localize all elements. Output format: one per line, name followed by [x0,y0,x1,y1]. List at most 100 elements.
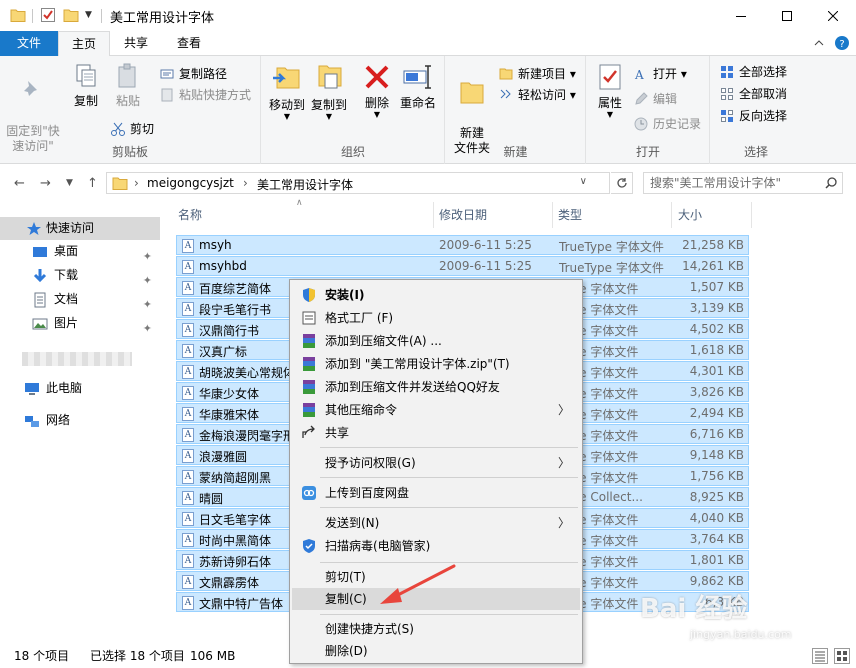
paste-shortcut-button[interactable]: 粘贴快捷方式 [159,85,251,105]
history-button[interactable]: 历史记录 [633,114,701,134]
invert-selection-button[interactable]: 反向选择 [719,106,787,126]
nav-quick-access[interactable]: 快速访问 [0,217,160,240]
menu-format-factory[interactable]: 格式工厂 (F) [292,307,580,329]
font-file-icon: A [182,281,194,295]
address-dropdown-icon[interactable]: ∨ [580,176,587,187]
tab-view[interactable]: 查看 [162,31,216,56]
details-view-button[interactable] [812,648,828,664]
nav-pictures[interactable]: 图片 ✦ [0,312,160,335]
menu-add-qq[interactable]: 添加到压缩文件并发送给QQ好友 [292,376,580,398]
tab-file[interactable]: 文件 [0,31,58,56]
new-folder-button[interactable]: 新建 文件夹 [452,62,492,156]
nav-network[interactable]: 网络 [0,409,160,432]
move-to-button[interactable]: 移动到 ▼ [266,62,308,121]
open-button[interactable]: A 打开 ▾ [633,64,687,84]
edit-button[interactable]: 编辑 [633,89,677,109]
file-name: 华康少女体 [199,387,260,401]
column-header-size[interactable]: 大小 [672,202,752,228]
maximize-button[interactable] [764,0,810,31]
menu-copy-label: 复制(C) [325,592,367,606]
delete-x-icon [365,65,389,89]
menu-baidu-upload[interactable]: 上传到百度网盘 [292,482,580,504]
table-row[interactable]: Amsyh 2009-6-11 5:25 TrueType 字体文件 21,258 K… [176,235,749,255]
properties-button[interactable]: 属性 ▼ [593,62,627,119]
menu-give-access-label: 授予访问权限(G) [325,456,416,470]
delete-button[interactable]: 删除 ▼ [360,62,394,119]
column-header-date[interactable]: 修改日期 [433,202,553,228]
menu-install[interactable]: 安装(I) [292,284,580,306]
table-row[interactable]: Amsyhbd 2009-6-11 5:25 TrueType 字体文件 14,261… [176,256,749,276]
menu-add-archive[interactable]: 添加到压缩文件(A) ... [292,330,580,352]
file-name: 晴圆 [199,492,224,506]
arrow-left-icon: ← [14,176,25,191]
rename-label: 重命名 [399,96,436,110]
large-icons-view-button[interactable] [834,648,850,664]
column-header-name[interactable]: 名称 [172,202,434,228]
minimize-button[interactable] [718,0,764,31]
ribbon-collapse-button[interactable] [811,35,827,51]
rename-button[interactable]: 重命名 [398,62,438,111]
select-all-label: 全部选择 [739,65,788,79]
cut-button[interactable]: 剪切 [110,119,154,139]
menu-send-to[interactable]: 发送到(N) 〉 [292,512,580,534]
nav-documents[interactable]: 文档 ✦ [0,288,160,311]
properties-icon [599,64,621,90]
paste-button[interactable]: 粘贴 [108,62,148,109]
select-none-button[interactable]: 全部取消 [719,84,787,104]
back-button[interactable]: ← [14,176,25,191]
new-folder-quick-icon[interactable] [63,8,79,22]
menu-add-zip-label: 添加到 "美工常用设计字体.zip"(T) [325,357,510,371]
select-group: 全部选择 全部取消 反向选择 选择 [711,56,801,164]
breadcrumb-separator-icon: › [134,176,139,190]
nav-this-pc[interactable]: 此电脑 [0,377,160,400]
menu-give-access[interactable]: 授予访问权限(G) 〉 [292,452,580,474]
file-name: 日文毛笔字体 [199,513,272,527]
nav-documents-label: 文档 [54,292,79,306]
help-button[interactable]: ? [834,35,850,51]
font-file-icon: A [182,491,194,505]
easy-access-button[interactable]: 轻松访问 ▾ [498,85,576,105]
copy-to-button[interactable]: 复制到 ▼ [308,62,350,121]
properties-label: 属性 [597,96,622,110]
copy-path-button[interactable]: 复制路径 [159,64,227,84]
select-none-label: 全部取消 [739,87,788,101]
tab-share[interactable]: 共享 [110,31,162,56]
recent-locations-button[interactable]: ▼ [66,178,73,188]
menu-other-compress[interactable]: 其他压缩命令 〉 [292,399,580,421]
pin-icon [23,81,37,97]
copy-icon [76,64,96,87]
history-label: 历史记录 [653,117,702,131]
paste-icon [118,63,136,88]
menu-share[interactable]: 共享 [292,422,580,444]
ribbon: 固定到"快 速访问" 复制 粘贴 复制路径 粘贴快捷方式 剪切 剪贴板 移动到 … [0,56,856,164]
select-all-button[interactable]: 全部选择 [719,62,787,82]
menu-add-zip[interactable]: 添加到 "美工常用设计字体.zip"(T) [292,353,580,375]
nav-desktop[interactable]: 桌面 ✦ [0,240,160,263]
pin-quick-access-button[interactable]: 固定到"快 速访问" [4,62,62,154]
search-input[interactable]: 搜索"美工常用设计字体" [643,172,843,194]
address-bar[interactable]: › meigongcysjzt › 美工常用设计字体 ∨ [106,172,610,194]
nav-downloads[interactable]: 下载 ✦ [0,264,160,287]
new-item-button[interactable]: 新建项目 ▾ [498,64,576,84]
menu-separator [320,477,578,478]
svg-text:?: ? [839,39,844,50]
copy-button[interactable]: 复制 [66,62,106,109]
up-button[interactable]: ↑ [87,176,98,191]
close-button[interactable] [810,0,856,31]
item-count: 18 个项目 [14,649,70,663]
refresh-button[interactable] [611,172,633,194]
forward-button[interactable]: → [40,176,51,191]
quick-access-toolbar-dropdown-icon[interactable]: ▼ [85,10,92,20]
menu-virus-scan[interactable]: 扫描病毒(电脑管家) [292,535,580,557]
menu-create-shortcut[interactable]: 创建快捷方式(S) [292,618,580,640]
breadcrumb-item[interactable]: 美工常用设计字体 [257,176,353,193]
column-header-type[interactable]: 类型 [552,202,672,228]
open-icon: A [634,68,644,82]
file-size: 9,862 KB [689,574,744,588]
tab-home[interactable]: 主页 [58,31,110,57]
invert-selection-icon [721,110,733,122]
breadcrumb-item[interactable]: meigongcysjzt [147,176,234,190]
menu-delete[interactable]: 删除(D) [292,640,580,662]
folder-icon [112,177,128,190]
properties-quick-icon[interactable] [40,7,56,23]
